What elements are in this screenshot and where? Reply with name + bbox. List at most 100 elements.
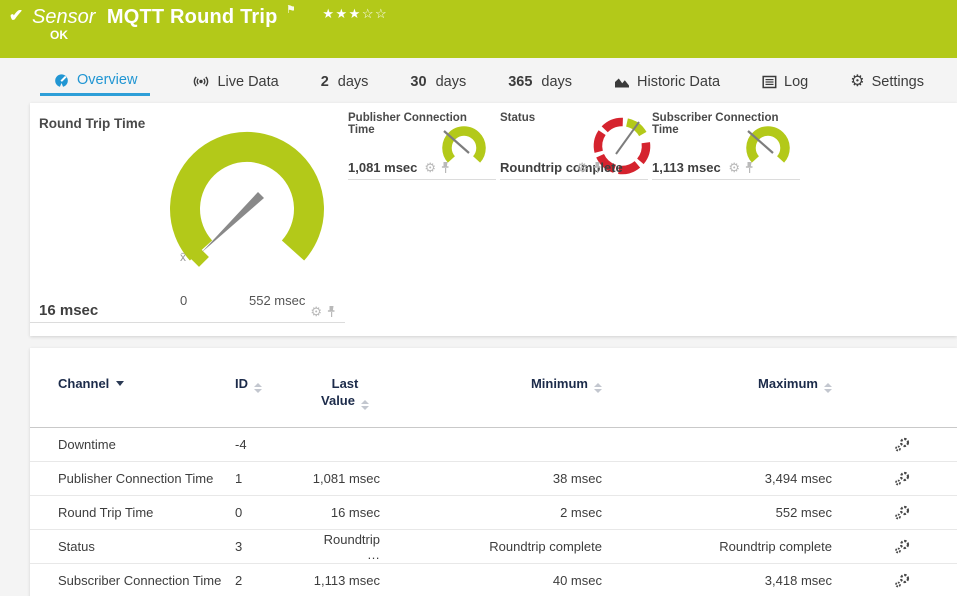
cell-last-value: Roundtrip … [323, 531, 380, 562]
gauges-card: Round Trip Time x̄ 0 552 msec 16 msec ⚙ … [30, 103, 957, 336]
column-header-last-value[interactable]: Last Value [310, 376, 380, 410]
gear-icon: ⚙ [850, 72, 865, 90]
divider [348, 179, 496, 180]
star-filled-icon[interactable]: ★ [349, 6, 362, 21]
cell-maximum: 552 msec [775, 505, 832, 520]
column-header-id[interactable]: ID [235, 376, 310, 393]
column-label: Last [331, 376, 359, 391]
sort-icon [594, 383, 602, 393]
gauge-value: 16 msec [39, 302, 99, 319]
column-label: Channel [58, 376, 110, 391]
cell-id: 2 [235, 573, 243, 588]
column-header-minimum[interactable]: Minimum [380, 376, 602, 393]
cell-id: 3 [235, 539, 243, 554]
tab-live-data[interactable]: Live Data [192, 69, 279, 95]
star-empty-icon[interactable]: ☆ [375, 6, 388, 21]
gauge-value: Roundtrip complete [500, 160, 623, 175]
tab-log[interactable]: Log [762, 69, 808, 95]
column-header-maximum[interactable]: Maximum [602, 376, 832, 393]
star-filled-icon[interactable]: ★ [322, 6, 335, 21]
gear-icon[interactable]: ⚙ [310, 305, 322, 318]
sort-desc-icon [116, 381, 125, 386]
sensor-header: ✔ Sensor MQTT Round Trip ⚑ ★★★☆☆ OK [0, 0, 957, 58]
cell-minimum: 2 msec [560, 505, 602, 520]
table-row[interactable]: Downtime -4 [30, 428, 957, 462]
sensor-type-label: Sensor [32, 6, 96, 28]
table-header-row: Channel ID Last Value Minimum Maximum [30, 348, 957, 428]
cell-id: -4 [235, 437, 247, 452]
cell-minimum: 40 msec [552, 573, 602, 588]
pin-icon[interactable] [327, 305, 336, 318]
tab-settings[interactable]: ⚙ Settings [850, 69, 924, 95]
gauge-title: Round Trip Time [39, 116, 146, 131]
broadcast-icon [194, 76, 209, 87]
status-check-icon: ✔ [9, 6, 24, 25]
tab-overview[interactable]: Overview [40, 67, 151, 96]
divider [30, 322, 345, 323]
log-icon [762, 75, 777, 88]
cell-id: 1 [235, 471, 243, 486]
cell-minimum: Roundtrip complete [489, 539, 602, 554]
gauge-icon [55, 73, 68, 87]
round-trip-gauge: x̄ [170, 131, 324, 267]
channel-settings-icon[interactable] [894, 471, 911, 487]
tab-label: Log [784, 73, 809, 90]
tab-30-days[interactable]: 30 days [410, 69, 466, 95]
sort-icon [824, 383, 832, 393]
pin-icon[interactable] [745, 161, 754, 174]
flag-icon[interactable]: ⚑ [286, 4, 296, 16]
channel-settings-icon[interactable] [894, 539, 911, 555]
cell-last-value: 16 msec [330, 505, 380, 520]
page-title: MQTT Round Trip [106, 6, 278, 28]
cell-channel: Publisher Connection Time [58, 471, 214, 486]
sort-icon [254, 383, 262, 393]
channel-settings-icon[interactable] [894, 437, 911, 453]
tab-bar: Overview Live Data 2 days 30 days 365 da… [40, 67, 957, 96]
star-filled-icon[interactable]: ★ [336, 6, 349, 21]
cell-minimum: 38 msec [552, 471, 602, 486]
divider [652, 179, 800, 180]
table-row[interactable]: Publisher Connection Time 1 1,081 msec 3… [30, 462, 957, 496]
gauge-panel-status: Status Roundtrip complete ⚙ [500, 112, 651, 180]
cell-maximum: 3,494 msec [764, 471, 832, 486]
cell-maximum: Roundtrip complete [719, 539, 832, 554]
tab-2-days[interactable]: 2 days [321, 69, 369, 95]
gauge-panel-round-trip-time: Round Trip Time x̄ 0 552 msec 16 msec ⚙ [30, 103, 345, 336]
cell-last-value: 1,081 msec [312, 471, 380, 486]
column-header-channel[interactable]: Channel [58, 376, 235, 391]
cell-channel: Subscriber Connection Time [58, 573, 222, 588]
table-row[interactable]: Status 3 Roundtrip … Roundtrip complete … [30, 530, 957, 564]
gauge-scale-max: 552 msec [249, 293, 306, 308]
cell-channel: Downtime [58, 437, 116, 452]
tab-label: days [337, 73, 369, 90]
pin-icon[interactable] [593, 161, 602, 174]
gear-icon[interactable]: ⚙ [576, 161, 588, 174]
table-row[interactable]: Round Trip Time 0 16 msec 2 msec 552 mse… [30, 496, 957, 530]
gear-icon[interactable]: ⚙ [728, 161, 740, 174]
tab-historic-data[interactable]: Historic Data [614, 69, 720, 95]
cell-maximum: 3,418 msec [764, 573, 832, 588]
channel-settings-icon[interactable] [894, 505, 911, 521]
channel-settings-icon[interactable] [894, 573, 911, 589]
priority-stars[interactable]: ★★★☆☆ [322, 6, 388, 21]
gauge-panel-publisher-connection-time: Publisher Connection Time 1,081 msec ⚙ [348, 112, 496, 180]
tab-label: Settings [871, 73, 924, 90]
gear-icon[interactable]: ⚙ [424, 161, 436, 174]
tab-label: days [541, 73, 573, 90]
status-badge: OK [50, 28, 68, 42]
column-label: Maximum [758, 376, 818, 391]
star-empty-icon[interactable]: ☆ [362, 6, 375, 21]
tab-365-days[interactable]: 365 days [508, 69, 572, 95]
tab-label: Live Data [217, 73, 279, 90]
prtg-sensor-page: ✔ Sensor MQTT Round Trip ⚑ ★★★☆☆ OK Over… [0, 0, 957, 596]
pin-icon[interactable] [441, 161, 450, 174]
channels-table-card: Channel ID Last Value Minimum Maximum Do… [30, 348, 957, 596]
cell-channel: Round Trip Time [58, 505, 154, 520]
sort-icon [360, 399, 369, 410]
tab-number: 30 [410, 73, 427, 90]
cell-channel: Status [58, 539, 95, 554]
tab-label: Overview [77, 72, 138, 88]
tab-label: Historic Data [637, 73, 721, 90]
gauge-panel-subscriber-connection-time: Subscriber Connection Time 1,113 msec ⚙ [652, 112, 800, 180]
table-row[interactable]: Subscriber Connection Time 2 1,113 msec … [30, 564, 957, 596]
